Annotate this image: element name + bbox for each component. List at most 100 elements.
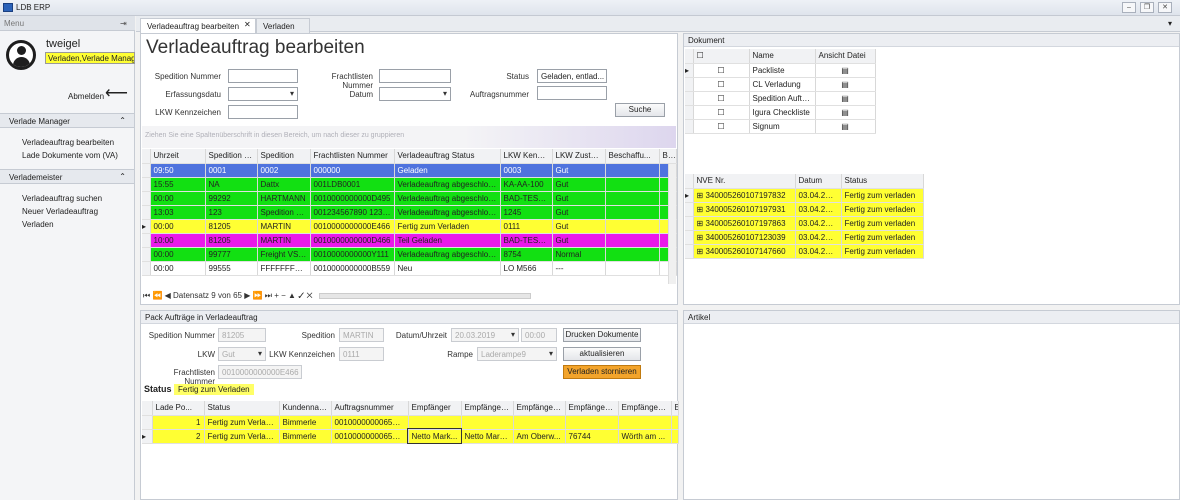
column-header[interactable]: Spedition — [257, 149, 311, 164]
table-cell[interactable]: 81205 — [205, 219, 258, 234]
column-header[interactable]: LKW Kennz... — [500, 149, 553, 164]
table-cell[interactable]: 00:00 — [150, 219, 206, 234]
tab-verladen[interactable]: Verladen — [256, 18, 310, 33]
table-cell[interactable]: Bimmerle — [279, 415, 332, 430]
table-cell[interactable]: FFFFFFFF ... — [257, 261, 311, 276]
minimize-icon[interactable]: – — [1122, 2, 1136, 13]
table-row[interactable]: 15:55 NA Dattx 001LDB0001 Verladeauftrag abg… — [142, 177, 677, 192]
table-cell[interactable]: 00100000000657143 — [331, 429, 409, 444]
drucken-dokumente-button[interactable]: Drucken Dokumente — [563, 328, 641, 342]
frachtlisten-nr-input[interactable] — [379, 69, 451, 83]
table-cell[interactable]: 76744 — [565, 429, 619, 444]
column-header[interactable]: Empfänger ... — [565, 401, 619, 416]
nav-edit-icon[interactable]: ▲ — [288, 291, 296, 300]
table-cell[interactable]: 10:00 — [150, 233, 206, 248]
table-cell[interactable]: Fertig zum Verladen — [394, 219, 501, 234]
pack-uhrzeit-field[interactable]: 00:00 — [521, 328, 557, 342]
table-cell[interactable]: 0010000000000D466 — [310, 233, 395, 248]
spedition-nr-input[interactable] — [228, 69, 298, 83]
tab-dropdown-icon[interactable]: ▾ — [1168, 19, 1172, 28]
nav-save-icon[interactable]: ✓ — [298, 291, 304, 300]
table-row[interactable]: 13:03 123 Spedition XYZ 001234567890 12345 V… — [142, 205, 677, 220]
table-cell[interactable]: 00100000000657161 — [331, 415, 409, 430]
table-row[interactable]: ▸ ⊞ 340005260107197832 03.04.2019 Fertig zu… — [685, 188, 924, 203]
column-header[interactable]: Empfänger ... — [461, 401, 514, 416]
table-cell[interactable] — [605, 205, 660, 220]
table-cell[interactable]: Fertig zum Verladen — [204, 429, 280, 444]
table-cell[interactable]: HARTMANN — [257, 191, 311, 206]
table-row[interactable]: ⊞ 340005260107197931 03.04.2019 Fertig zum… — [685, 202, 924, 217]
table-row[interactable]: ▸ 2 Fertig zum Verladen Bimmerle 00100000000… — [142, 428, 679, 444]
table-cell[interactable]: LO M566 — [500, 261, 553, 276]
table-cell[interactable] — [461, 415, 514, 430]
verladen-stornieren-button[interactable]: Verladen stornieren — [563, 365, 641, 379]
table-cell[interactable] — [671, 429, 679, 444]
column-header[interactable]: Status — [204, 401, 280, 416]
table-cell[interactable]: Fertig zum verladen — [841, 244, 924, 259]
column-header[interactable]: E — [671, 401, 679, 416]
table-cell[interactable]: 99292 — [205, 191, 258, 206]
table-row[interactable]: ▸ 00:00 81205 MARTIN 0010000000000E466 Fertig… — [142, 219, 677, 234]
pack-rampe-field[interactable]: Laderampe9 — [477, 347, 557, 361]
table-cell[interactable]: Verladeauftrag abgeschlossen — [394, 177, 501, 192]
table-cell[interactable]: 0111 — [500, 219, 553, 234]
row-checkbox[interactable]: ☐ — [693, 119, 750, 134]
table-cell[interactable]: --- — [552, 261, 606, 276]
table-cell[interactable]: Verladeauftrag abgeschlossen — [394, 205, 501, 220]
table-cell[interactable]: Am Oberw... — [513, 429, 566, 444]
table-cell[interactable]: 0001 — [205, 163, 258, 178]
table-row[interactable]: ☐ Signum ▤ — [685, 119, 876, 134]
pin-icon[interactable]: ⇥ — [120, 19, 127, 28]
nav-cancel-icon[interactable]: ✕ — [306, 291, 312, 300]
nav-delete-icon[interactable]: − — [281, 291, 286, 300]
status-input[interactable]: Geladen, entlad... — [537, 69, 607, 83]
select-all-checkbox[interactable]: ☐ — [693, 49, 750, 64]
column-header[interactable]: Status — [841, 174, 924, 189]
nav-next-icon[interactable]: ▶ — [244, 291, 250, 300]
table-cell[interactable]: Neu — [394, 261, 501, 276]
group-verlademeister[interactable]: Verlademeister ⌃ — [0, 169, 134, 184]
column-header[interactable]: Lade Po... — [152, 401, 205, 416]
table-cell[interactable]: Teil Geladen — [394, 233, 501, 248]
table-cell[interactable]: Gut — [552, 233, 606, 248]
table-cell[interactable]: 1 — [152, 415, 205, 430]
table-cell[interactable]: 00:00 — [150, 191, 206, 206]
table-cell[interactable]: Geladen — [394, 163, 501, 178]
table-cell[interactable]: Wörth am ... — [618, 429, 672, 444]
table-cell[interactable]: Gut — [552, 191, 606, 206]
table-cell[interactable]: Netto Mark... — [407, 428, 462, 444]
table-cell[interactable]: Gut — [552, 177, 606, 192]
table-row[interactable]: 10:00 81205 MARTIN 0010000000000D466 Teil Ge… — [142, 233, 677, 248]
close-icon[interactable]: ✕ — [1158, 2, 1172, 13]
column-header[interactable]: Auftragsnummer — [331, 401, 409, 416]
aktualisieren-button[interactable]: aktualisieren — [563, 347, 641, 361]
row-checkbox[interactable]: ☐ — [693, 105, 750, 120]
pack-spedition-nr-field[interactable]: 81205 — [218, 328, 266, 342]
table-cell[interactable]: NA — [205, 177, 258, 192]
table-cell[interactable] — [513, 415, 566, 430]
column-header[interactable]: Spedition N... — [205, 149, 258, 164]
column-header[interactable]: LKW Zustand — [552, 149, 606, 164]
table-cell[interactable]: 99555 — [205, 261, 258, 276]
column-header[interactable]: Empfänger ... — [618, 401, 672, 416]
view-file-icon[interactable]: ▤ — [815, 77, 876, 92]
table-cell[interactable]: Gut — [552, 219, 606, 234]
datum-picker[interactable] — [379, 87, 451, 101]
table-cell[interactable]: 03.04.2019 — [795, 230, 842, 245]
table-row[interactable]: 00:00 99555 FFFFFFFF ... 0010000000000B559 N… — [142, 261, 677, 276]
table-cell[interactable]: Fertig zum verladen — [841, 230, 924, 245]
column-header[interactable]: Ansicht Datei — [815, 49, 876, 64]
table-cell[interactable]: ⊞ 340005260107197931 — [693, 202, 796, 217]
column-header[interactable]: Empfänger ... — [513, 401, 566, 416]
table-cell[interactable] — [605, 261, 660, 276]
sidebar-item-verladen[interactable]: Verladen — [22, 220, 54, 229]
sidebar-item-verladeauftrag-bearbeiten[interactable]: Verladeauftrag bearbeiten — [22, 138, 114, 147]
nav-prev-page-icon[interactable]: ⏪ — [152, 291, 162, 300]
table-cell[interactable]: 13:03 — [150, 205, 206, 220]
table-cell[interactable]: MARTIN — [257, 233, 311, 248]
logout-link[interactable]: Abmelden — [68, 92, 104, 101]
column-header[interactable]: Empfänger — [408, 401, 462, 416]
pack-lkw-kz-field[interactable]: 0111 — [339, 347, 384, 361]
tab-verladeauftrag-bearbeiten[interactable]: Verladeauftrag bearbeiten — [140, 18, 256, 33]
table-cell[interactable]: 15:55 — [150, 177, 206, 192]
